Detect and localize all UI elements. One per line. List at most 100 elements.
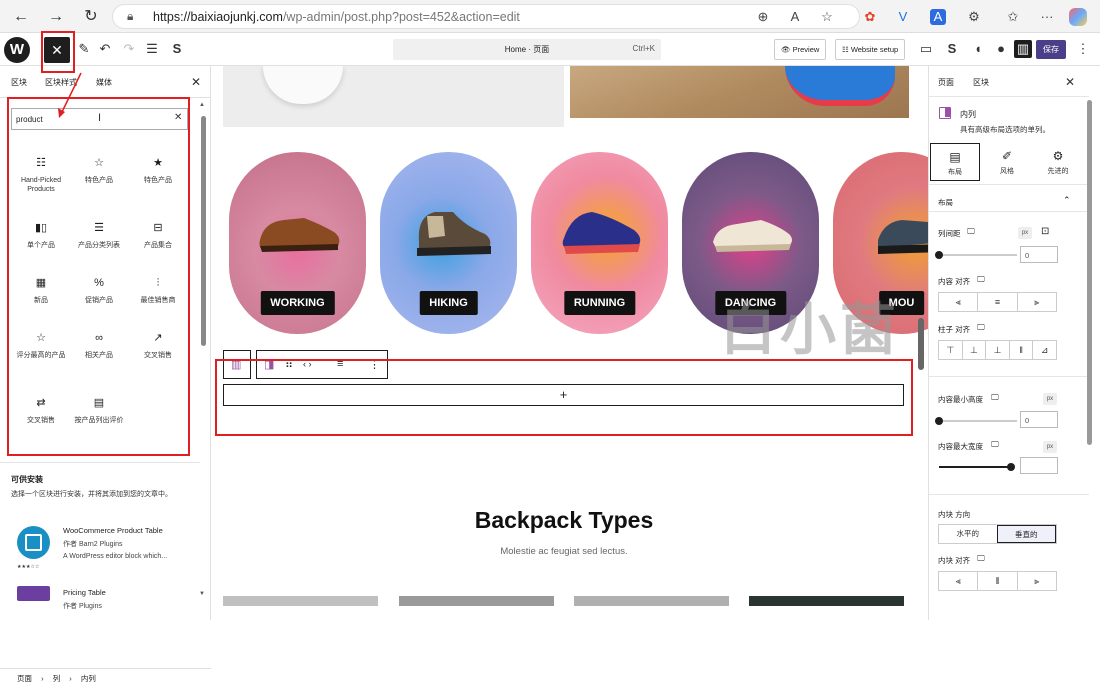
breadcrumb-item[interactable]: 列: [53, 674, 61, 683]
sidebar-scrollbar[interactable]: [1087, 100, 1092, 445]
desktop-icon[interactable]: 🖵︎: [977, 275, 985, 285]
panel-scrollbar[interactable]: [201, 116, 206, 346]
move-arrows-icon[interactable]: ‹ ›: [303, 359, 312, 369]
drag-handle-icon[interactable]: ⠿: [285, 358, 293, 371]
more-icon[interactable]: ···: [1037, 7, 1057, 27]
justify-end-icon[interactable]: ⫸: [1018, 572, 1056, 590]
min-height-slider[interactable]: [939, 420, 1017, 422]
category-card-hiking[interactable]: HIKING: [380, 152, 517, 334]
save-button[interactable]: 保存: [1036, 40, 1066, 59]
desktop-icon[interactable]: 🖵︎: [991, 440, 999, 450]
slider-knob[interactable]: [1007, 463, 1015, 471]
tab-page[interactable]: 页面: [938, 77, 954, 88]
wordpress-logo-icon[interactable]: W: [4, 37, 30, 63]
device-preview-icon[interactable]: ▭: [917, 40, 935, 58]
plugin-item[interactable]: WooCommerce Product Table 作者 Barn2 Plugi…: [17, 526, 197, 571]
min-height-input[interactable]: 0: [1020, 411, 1058, 428]
tab-advanced[interactable]: ⚙ 先进的: [1033, 143, 1083, 181]
column-gap-input[interactable]: 0: [1020, 246, 1058, 263]
block-item[interactable]: ⇄ 交叉销售: [12, 396, 70, 425]
scroll-down-icon[interactable]: ▼: [199, 591, 205, 597]
desktop-icon[interactable]: 🖵︎: [977, 554, 985, 564]
inner-column-icon[interactable]: ◨: [264, 358, 274, 371]
circle-plugin-icon[interactable]: ●: [992, 40, 1010, 58]
tab-blocks[interactable]: 区块: [11, 77, 27, 88]
zoom-icon[interactable]: ⊕: [753, 7, 773, 27]
preview-button[interactable]: 👁︎ Preview: [774, 39, 827, 60]
reset-icon[interactable]: ⊡: [1041, 226, 1049, 237]
align-stretch-icon[interactable]: ‖: [1010, 341, 1034, 359]
block-item[interactable]: ▮▯ 单个产品: [12, 221, 70, 250]
block-item[interactable]: % 促销产品: [70, 276, 128, 305]
spectra-icon[interactable]: S: [168, 40, 186, 58]
justify-start-icon[interactable]: ⫷: [939, 572, 979, 590]
align-baseline-icon[interactable]: ⊿: [1033, 341, 1056, 359]
align-bottom-icon[interactable]: ⊥: [986, 341, 1010, 359]
command-palette[interactable]: Home · 页面 Ctrl+K: [393, 39, 661, 60]
close-icon[interactable]: ✕: [191, 75, 201, 89]
align-icon[interactable]: ≡: [337, 358, 343, 370]
extension-icon[interactable]: ✿: [860, 7, 880, 27]
options-icon[interactable]: ⋮: [1074, 40, 1092, 58]
section-layout-title[interactable]: 布局: [938, 197, 953, 208]
breadcrumb-item[interactable]: 内列: [81, 674, 96, 683]
scroll-up-icon[interactable]: ▲: [199, 102, 205, 108]
extensions-icon[interactable]: ⚙: [964, 7, 984, 27]
block-search-field[interactable]: I ✕: [11, 108, 188, 130]
close-icon[interactable]: ✕: [1065, 75, 1075, 89]
desktop-icon[interactable]: 🖵︎: [967, 227, 975, 237]
canvas-scrollbar[interactable]: [918, 318, 924, 370]
max-width-slider[interactable]: [939, 466, 1011, 468]
tab-block[interactable]: 区块: [973, 77, 989, 88]
block-item[interactable]: ☆ 评分最高的产品: [12, 331, 70, 360]
block-item[interactable]: ↗ 交叉销售: [129, 331, 187, 360]
add-block-button[interactable]: +: [223, 384, 904, 406]
back-icon[interactable]: ←: [10, 6, 32, 28]
document-overview-icon[interactable]: ☰: [143, 40, 161, 58]
block-search-input[interactable]: [16, 113, 166, 126]
align-right-icon[interactable]: ⫸: [1018, 293, 1056, 311]
category-card-running[interactable]: RUNNING: [531, 152, 668, 334]
block-item[interactable]: ▦ 新品: [12, 276, 70, 305]
undo-icon[interactable]: ↶: [96, 40, 114, 58]
redo-icon[interactable]: ↷: [120, 40, 138, 58]
align-middle-icon[interactable]: ⊥: [963, 341, 987, 359]
justify-center-icon[interactable]: ⦀: [978, 572, 1018, 590]
block-item[interactable]: ∞ 相关产品: [70, 331, 128, 360]
align-center-icon[interactable]: ≡: [978, 293, 1018, 311]
align-left-icon[interactable]: ⫷: [939, 293, 979, 311]
copilot-icon[interactable]: [1069, 8, 1087, 26]
spectra-settings-icon[interactable]: S: [943, 40, 961, 58]
category-card-working[interactable]: WORKING: [229, 152, 366, 334]
max-width-input[interactable]: [1020, 457, 1058, 474]
website-setup-button[interactable]: ☷ Website setup: [835, 39, 906, 60]
translate-icon[interactable]: A: [930, 9, 946, 25]
direction-vertical[interactable]: 垂直的: [996, 525, 1056, 543]
block-item[interactable]: ⊟ 产品集合: [129, 221, 187, 250]
unit-selector[interactable]: px: [1018, 227, 1032, 239]
unit-selector[interactable]: px: [1043, 441, 1057, 453]
block-item[interactable]: ☷ Hand-Picked Products: [12, 156, 70, 194]
extension-v-icon[interactable]: V: [893, 7, 913, 27]
block-inserter-close-button[interactable]: ✕: [44, 37, 70, 63]
chevron-up-icon[interactable]: ⌃: [1063, 195, 1071, 206]
clear-search-icon[interactable]: ✕: [174, 112, 182, 123]
block-item[interactable]: ☰ 产品分类列表: [70, 221, 128, 250]
block-item[interactable]: ★ 特色产品: [129, 156, 187, 185]
slider-knob[interactable]: [935, 417, 943, 425]
block-item[interactable]: ▤ 按产品列出评价: [70, 396, 128, 425]
forward-icon[interactable]: →: [45, 6, 67, 28]
unit-selector[interactable]: px: [1043, 393, 1057, 405]
direction-horizontal[interactable]: 水平的: [939, 525, 997, 543]
tab-layout[interactable]: ▤ 布局: [930, 143, 980, 181]
address-bar[interactable]: 🔒︎ https://baixiaojunkj.com/wp-admin/pos…: [112, 4, 860, 29]
settings-sidebar-icon[interactable]: ▥: [1014, 40, 1032, 58]
parent-block-button[interactable]: ▥: [223, 350, 251, 379]
block-item[interactable]: ⫶ 最佳销售商: [129, 276, 187, 305]
desktop-icon[interactable]: 🖵︎: [977, 323, 985, 333]
read-aloud-icon[interactable]: A: [785, 7, 805, 27]
block-item[interactable]: ☆ 特色产品: [70, 156, 128, 185]
favorite-icon[interactable]: ☆: [817, 7, 837, 27]
more-options-icon[interactable]: ⋮: [369, 358, 380, 371]
breadcrumb-item[interactable]: 页面: [17, 674, 32, 683]
